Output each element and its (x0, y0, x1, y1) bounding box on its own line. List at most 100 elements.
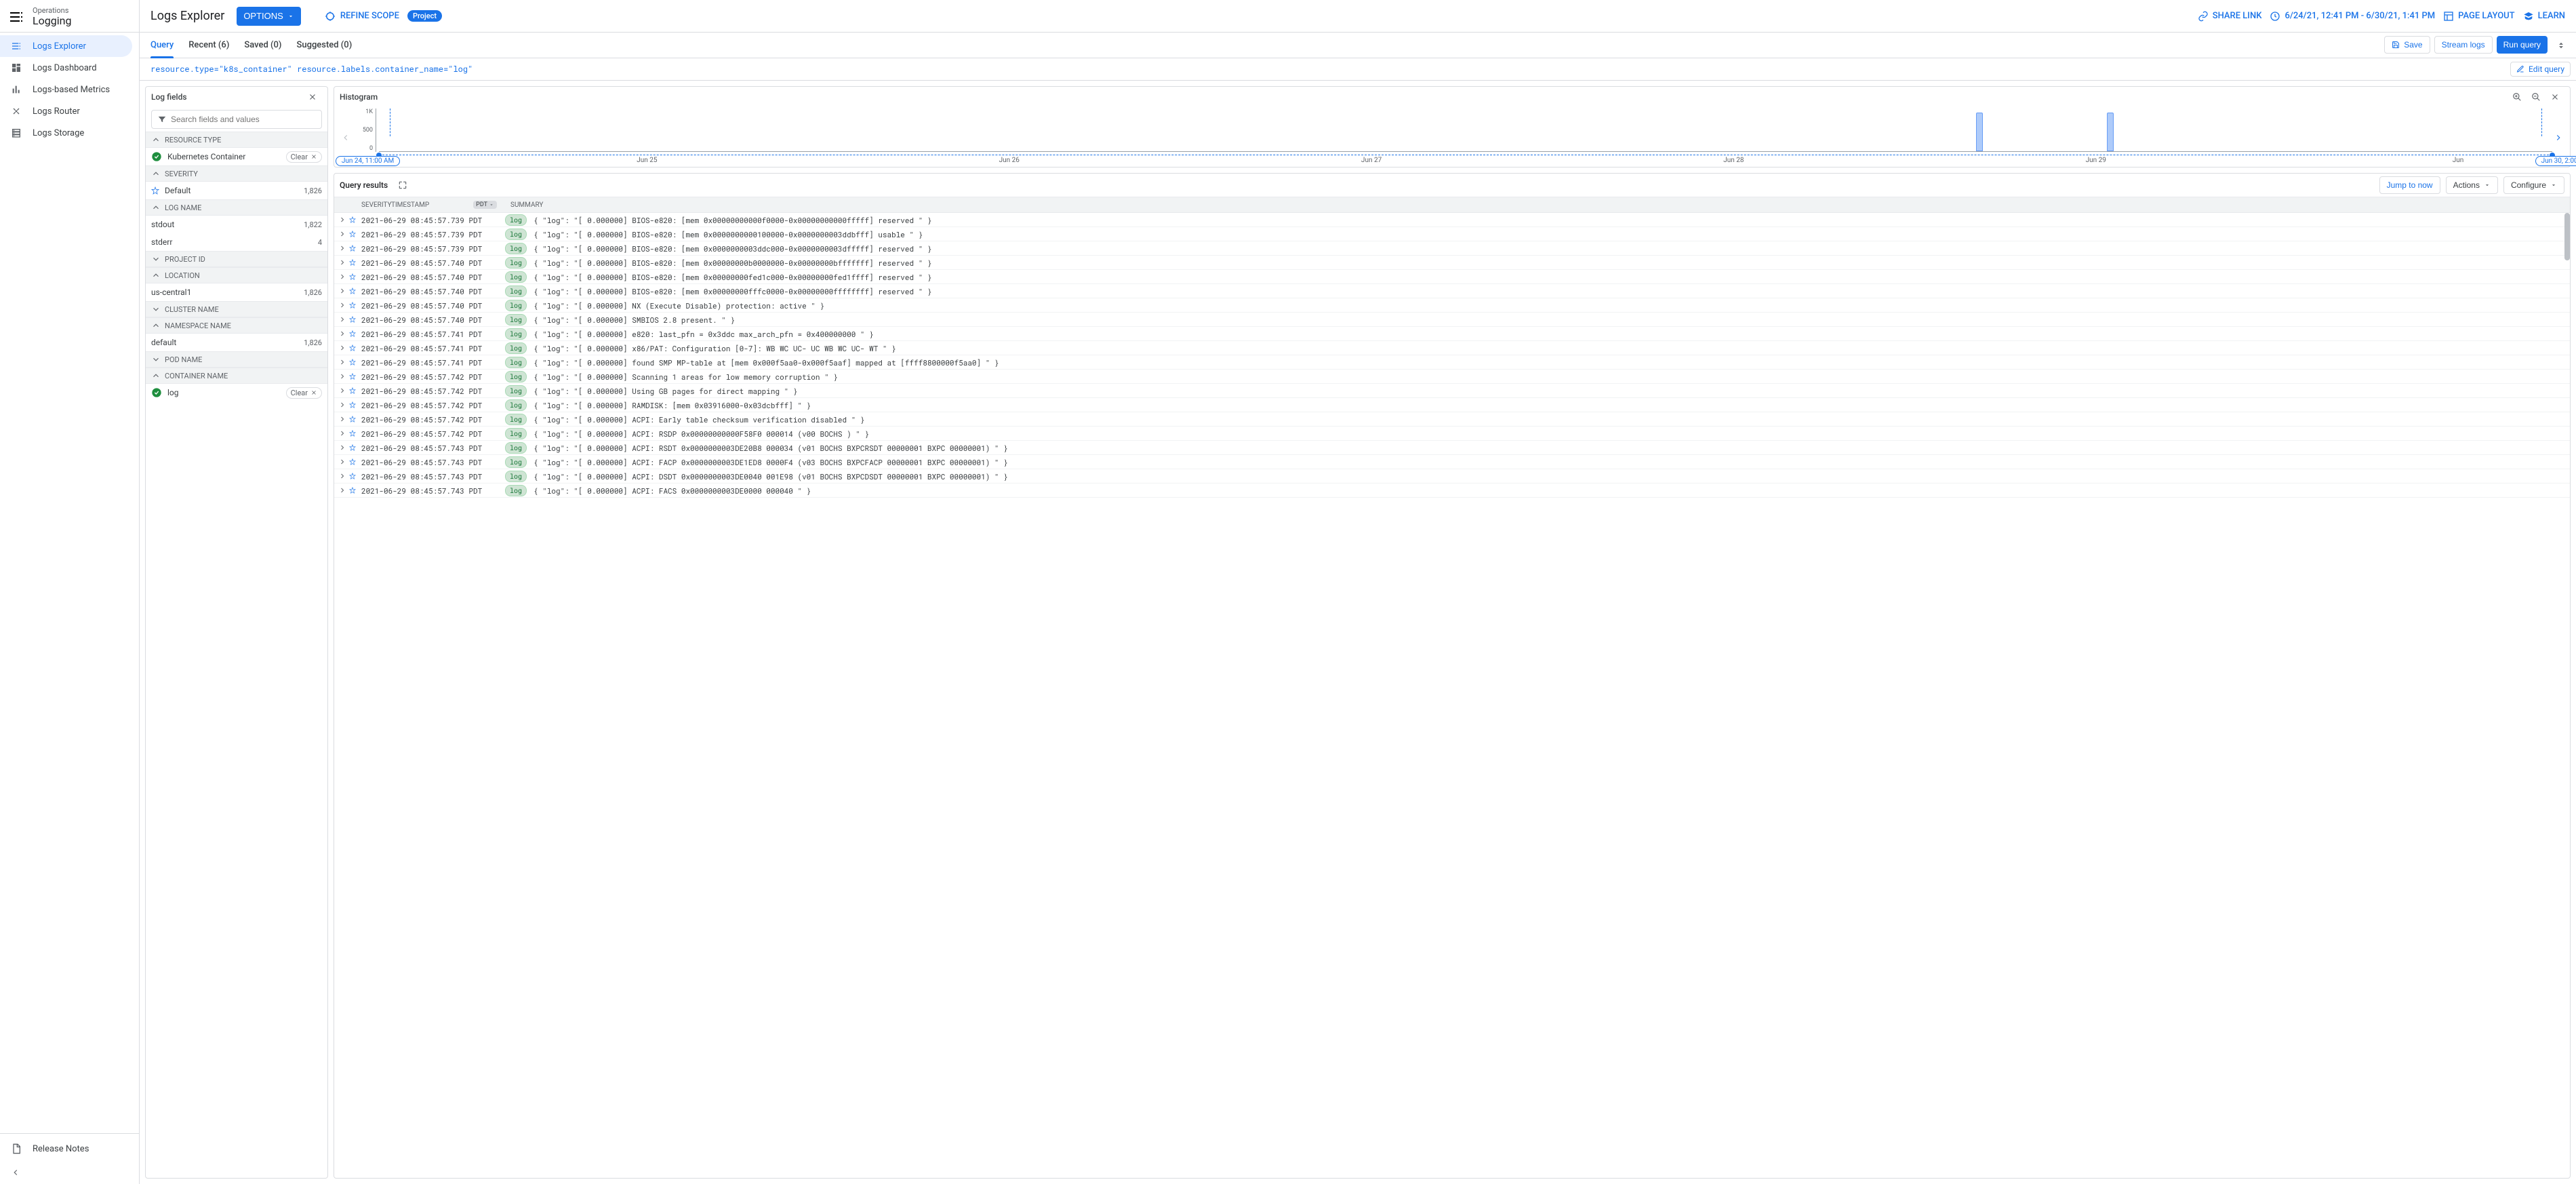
zoom-in-button[interactable] (2508, 87, 2527, 106)
log-badge[interactable]: log (505, 485, 527, 496)
log-row[interactable]: 2021-06-29 08:45:57.739 PDTlog{ "log": "… (334, 241, 2570, 256)
log-row[interactable]: 2021-06-29 08:45:57.740 PDTlog{ "log": "… (334, 270, 2570, 284)
close-log-fields-button[interactable] (303, 87, 322, 106)
log-fields-search-input[interactable] (171, 115, 316, 124)
log-badge[interactable]: log (505, 300, 527, 311)
release-notes-link[interactable]: Release Notes (0, 1138, 139, 1160)
log-badge[interactable]: log (505, 414, 527, 425)
expand-row-icon[interactable] (338, 372, 349, 380)
lf-row[interactable]: default1,826 (146, 334, 327, 351)
time-range-button[interactable]: 6/24/21, 12:41 PM - 6/30/21, 1:41 PM (2270, 11, 2435, 22)
lf-section-project-id[interactable]: PROJECT ID (146, 251, 327, 267)
log-badge[interactable]: log (505, 243, 527, 254)
product-icon[interactable] (8, 9, 24, 25)
refine-scope-button[interactable]: REFINE SCOPE (324, 10, 399, 22)
sidebar-item-logs-explorer[interactable]: Logs Explorer (0, 35, 132, 57)
log-badge[interactable]: log (505, 442, 527, 454)
histogram-bar[interactable] (1976, 113, 1983, 151)
sidebar-item-logs-storage[interactable]: Logs Storage (0, 122, 139, 144)
lf-section-log-name[interactable]: LOG NAME (146, 199, 327, 216)
lf-row[interactable]: Default1,826 (146, 182, 327, 199)
clear-field-chip[interactable]: Clear (286, 387, 322, 399)
query-tab-recent[interactable]: Recent (6) (188, 33, 229, 58)
lf-section-container-name[interactable]: CONTAINER NAME (146, 368, 327, 384)
page-layout-button[interactable]: PAGE LAYOUT (2443, 11, 2514, 22)
save-query-button[interactable]: Save (2384, 36, 2430, 54)
query-tab-saved[interactable]: Saved (0) (244, 33, 281, 58)
log-badge[interactable]: log (505, 314, 527, 325)
close-histogram-button[interactable] (2545, 87, 2564, 106)
learn-button[interactable]: LEARN (2523, 11, 2565, 22)
col-severity[interactable]: SEVERITY (361, 201, 391, 209)
log-row[interactable]: 2021-06-29 08:45:57.742 PDTlog{ "log": "… (334, 412, 2570, 427)
sidebar-item-logs-dashboard[interactable]: Logs Dashboard (0, 57, 139, 79)
expand-row-icon[interactable] (338, 315, 349, 323)
expand-row-icon[interactable] (338, 273, 349, 281)
log-row[interactable]: 2021-06-29 08:45:57.743 PDTlog{ "log": "… (334, 441, 2570, 455)
query-editor[interactable]: resource.type="k8s_container" resource.l… (140, 58, 2576, 81)
lf-row[interactable]: us-central11,826 (146, 283, 327, 301)
lf-section-pod-name[interactable]: POD NAME (146, 351, 327, 368)
log-badge[interactable]: log (505, 357, 527, 368)
sidebar-item-logs-router[interactable]: Logs Router (0, 100, 139, 122)
lf-section-cluster-name[interactable]: CLUSTER NAME (146, 301, 327, 317)
log-badge[interactable]: log (505, 214, 527, 226)
log-row[interactable]: 2021-06-29 08:45:57.739 PDTlog{ "log": "… (334, 227, 2570, 241)
expand-row-icon[interactable] (338, 216, 349, 224)
expand-row-icon[interactable] (338, 244, 349, 252)
log-badge[interactable]: log (505, 342, 527, 354)
log-row[interactable]: 2021-06-29 08:45:57.743 PDTlog{ "log": "… (334, 469, 2570, 484)
expand-row-icon[interactable] (338, 443, 349, 452)
expand-row-icon[interactable] (338, 401, 349, 409)
share-link-button[interactable]: SHARE LINK (2198, 11, 2262, 22)
lf-section-severity[interactable]: SEVERITY (146, 165, 327, 182)
expand-row-icon[interactable] (338, 344, 349, 352)
log-row[interactable]: 2021-06-29 08:45:57.740 PDTlog{ "log": "… (334, 256, 2570, 270)
jump-to-now-button[interactable]: Jump to now (2379, 176, 2440, 194)
histogram-chart[interactable]: 1K5000 Jun 24, 11:00 AM J (352, 108, 2552, 167)
options-button[interactable]: OPTIONS (237, 7, 301, 26)
lf-row[interactable]: Kubernetes ContainerClear (146, 148, 327, 165)
log-badge[interactable]: log (505, 456, 527, 468)
log-fields-search[interactable] (151, 110, 322, 129)
scrollbar[interactable] (2564, 213, 2570, 260)
configure-button[interactable]: Configure (2503, 176, 2564, 194)
timezone-selector[interactable]: PDT (473, 201, 497, 209)
expand-row-icon[interactable] (338, 258, 349, 267)
log-row[interactable]: 2021-06-29 08:45:57.742 PDTlog{ "log": "… (334, 384, 2570, 398)
expand-row-icon[interactable] (338, 230, 349, 238)
expand-row-icon[interactable] (338, 387, 349, 395)
log-row[interactable]: 2021-06-29 08:45:57.740 PDTlog{ "log": "… (334, 313, 2570, 327)
edit-query-button[interactable]: Edit query (2510, 62, 2571, 77)
lf-section-namespace-name[interactable]: NAMESPACE NAME (146, 317, 327, 334)
histogram-bar[interactable] (2107, 113, 2114, 151)
run-query-button[interactable]: Run query (2497, 36, 2548, 54)
expand-row-icon[interactable] (338, 301, 349, 309)
range-end-pill[interactable]: Jun 30, 2:00 PM (2535, 156, 2576, 166)
log-row[interactable]: 2021-06-29 08:45:57.741 PDTlog{ "log": "… (334, 327, 2570, 341)
log-badge[interactable]: log (505, 428, 527, 439)
log-row[interactable]: 2021-06-29 08:45:57.740 PDTlog{ "log": "… (334, 298, 2570, 313)
clear-field-chip[interactable]: Clear (286, 151, 322, 163)
actions-button[interactable]: Actions (2446, 176, 2498, 194)
log-badge[interactable]: log (505, 285, 527, 297)
log-row[interactable]: 2021-06-29 08:45:57.743 PDTlog{ "log": "… (334, 455, 2570, 469)
log-badge[interactable]: log (505, 399, 527, 411)
log-row[interactable]: 2021-06-29 08:45:57.741 PDTlog{ "log": "… (334, 355, 2570, 370)
expand-row-icon[interactable] (338, 358, 349, 366)
query-tab-suggested[interactable]: Suggested (0) (296, 33, 352, 58)
log-badge[interactable]: log (505, 229, 527, 240)
log-badge[interactable]: log (505, 271, 527, 283)
lf-row[interactable]: stdout1,822 (146, 216, 327, 233)
log-row[interactable]: 2021-06-29 08:45:57.743 PDTlog{ "log": "… (334, 484, 2570, 498)
lf-row[interactable]: logClear (146, 384, 327, 401)
lf-section-resource-type[interactable]: RESOURCE TYPE (146, 132, 327, 148)
scope-pill[interactable]: Project (407, 10, 442, 22)
fullscreen-results-button[interactable] (393, 176, 412, 195)
log-badge[interactable]: log (505, 471, 527, 482)
expand-query-button[interactable] (2552, 36, 2571, 55)
log-badge[interactable]: log (505, 328, 527, 340)
expand-row-icon[interactable] (338, 415, 349, 423)
stream-logs-button[interactable]: Stream logs (2434, 36, 2493, 54)
query-tab-query[interactable]: Query (150, 33, 174, 58)
